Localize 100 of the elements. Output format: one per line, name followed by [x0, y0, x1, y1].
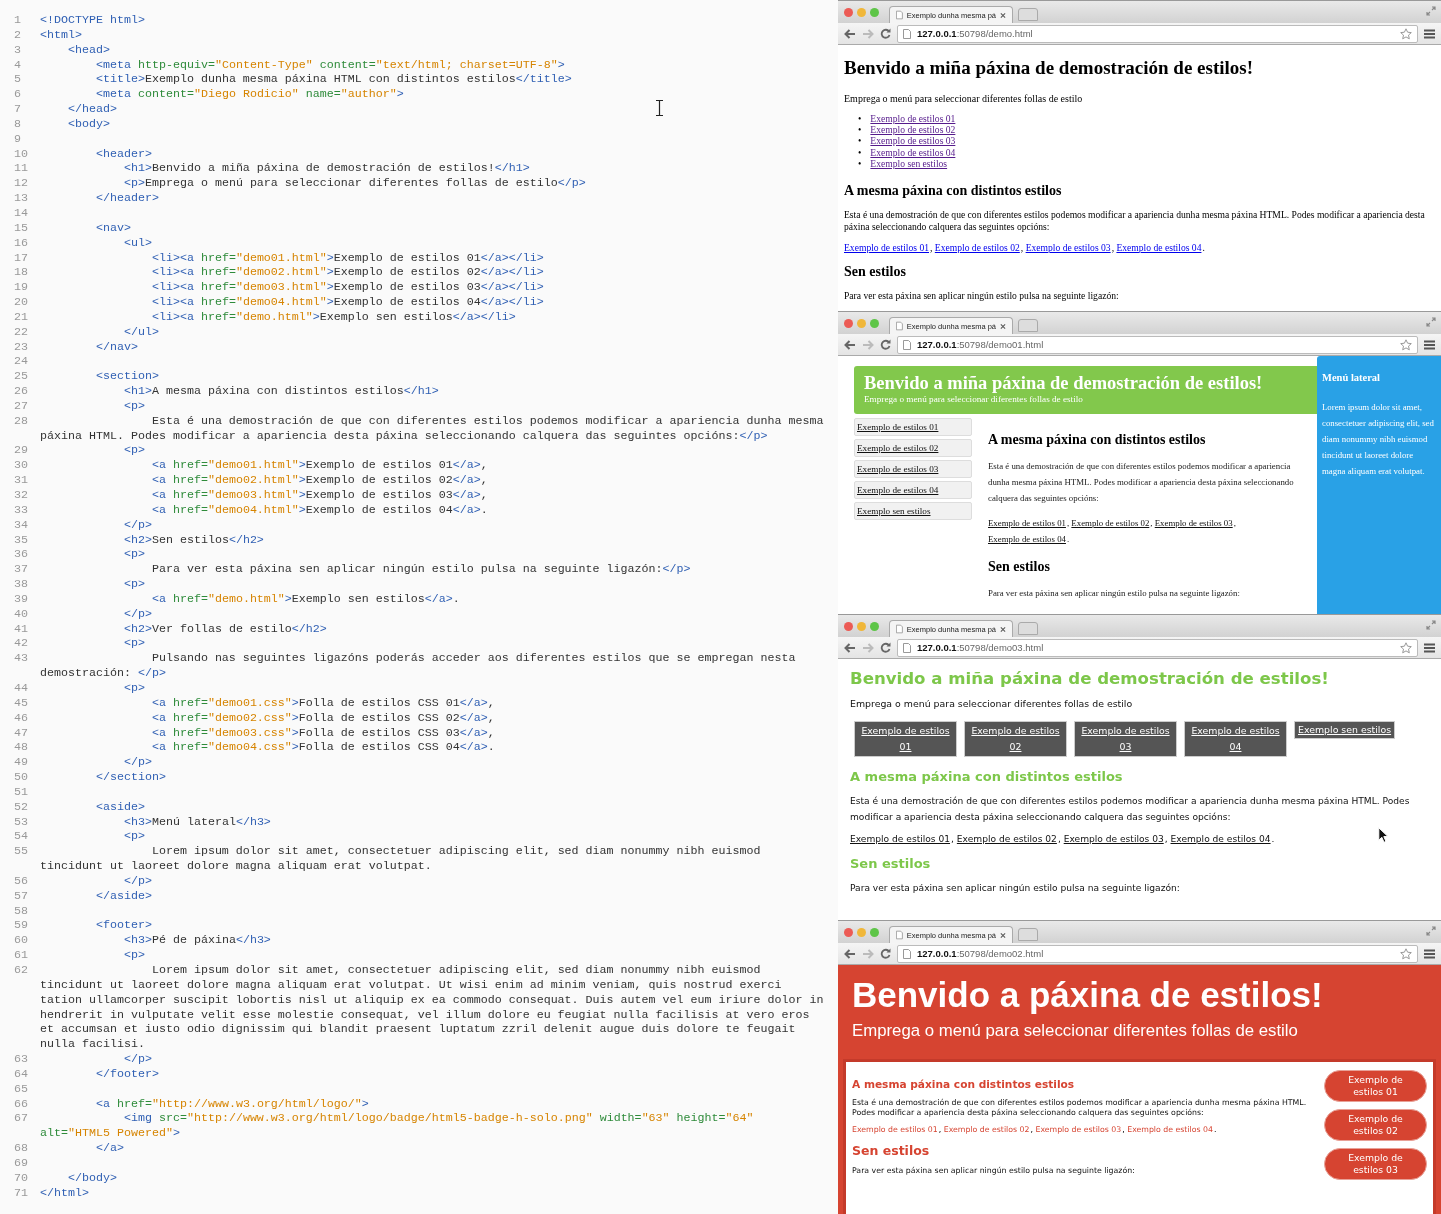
new-tab-button[interactable]	[1018, 319, 1038, 332]
inline-link[interactable]: Exemplo de estilos 04	[1170, 834, 1271, 844]
new-tab-button[interactable]	[1018, 928, 1038, 941]
inline-link[interactable]: Exemplo de estilos 02	[934, 242, 1020, 253]
nav-button[interactable]: Exemplo de estilos 01	[854, 418, 972, 436]
line-number: 30	[13, 458, 29, 474]
nav-button[interactable]: Exemplo de estilos 01	[1324, 1070, 1427, 1102]
address-field[interactable]: 127.0.0.1:50798/demo01.html	[897, 335, 1418, 354]
minimize-window-button[interactable]	[857, 927, 866, 937]
menu-icon[interactable]	[1424, 28, 1435, 39]
line-number: 39	[13, 591, 29, 607]
star-icon[interactable]	[1400, 338, 1412, 351]
star-icon[interactable]	[1400, 641, 1412, 654]
inline-link[interactable]: Exemplo de estilos 03	[1025, 242, 1111, 253]
star-icon[interactable]	[1400, 947, 1412, 960]
close-window-button[interactable]	[844, 318, 853, 328]
nav-button[interactable]: Exemplo de estilos 04	[1184, 721, 1287, 757]
line-number: 66	[13, 1096, 29, 1112]
fullscreen-icon[interactable]	[1426, 317, 1436, 327]
inline-link[interactable]: Exemplo de estilos 04	[1116, 242, 1202, 253]
menu-icon[interactable]	[1424, 642, 1435, 653]
fullscreen-icon[interactable]	[1426, 6, 1436, 16]
address-field[interactable]: 127.0.0.1:50798/demo02.html	[897, 944, 1418, 963]
back-icon[interactable]	[844, 339, 856, 350]
minimize-window-button[interactable]	[857, 318, 866, 328]
nav-link[interactable]: Exemplo de estilos 01	[870, 113, 956, 124]
nav-button[interactable]: Exemplo de estilos 03	[1324, 1148, 1427, 1180]
reload-icon[interactable]	[880, 339, 891, 350]
line-number: 2	[13, 27, 22, 43]
address-field[interactable]: 127.0.0.1:50798/demo.html	[897, 24, 1418, 43]
fullscreen-icon[interactable]	[1426, 620, 1436, 630]
nav-button[interactable]: Exemplo de estilos 01	[854, 721, 957, 757]
nav-button[interactable]: Exemplo de estilos 04	[854, 481, 972, 499]
code-line: <footer>	[94, 918, 152, 934]
address-field[interactable]: 127.0.0.1:50798/demo03.html	[897, 638, 1418, 657]
line-number: 8	[13, 116, 22, 132]
reload-icon[interactable]	[880, 948, 891, 959]
line-number: 6	[13, 87, 22, 103]
nav-link[interactable]: Exemplo de estilos 03	[870, 135, 956, 147]
new-tab-button[interactable]	[1018, 8, 1038, 21]
line-number: 14	[13, 205, 29, 221]
inline-link[interactable]: Exemplo de estilos 02	[956, 834, 1057, 844]
close-icon[interactable]	[1000, 322, 1006, 330]
close-window-button[interactable]	[844, 927, 853, 937]
nav-button[interactable]: Exemplo sen estilos	[854, 502, 972, 520]
inline-link[interactable]: Exemplo de estilos 01	[844, 242, 929, 253]
inline-link[interactable]: Exemplo de estilos 01	[850, 834, 951, 844]
page-heading: Benvido a miña páxina de demostración de estilos!	[844, 57, 1255, 79]
nav-button[interactable]: Exemplo sen estilos	[1294, 721, 1396, 739]
reload-icon[interactable]	[880, 642, 891, 653]
zoom-window-button[interactable]	[870, 7, 879, 17]
line-number: 45	[13, 695, 29, 711]
close-window-button[interactable]	[844, 621, 853, 631]
back-icon[interactable]	[844, 28, 856, 39]
reload-icon[interactable]	[880, 28, 891, 39]
nav-button[interactable]: Exemplo de estilos 02	[964, 721, 1067, 757]
line-number: 40	[13, 606, 29, 622]
nav-button[interactable]: Exemplo de estilos 02	[854, 439, 972, 457]
inline-link[interactable]: Exemplo de estilos 03	[1154, 515, 1233, 531]
nav-link[interactable]: Exemplo de estilos 04	[870, 146, 956, 158]
menu-icon[interactable]	[1424, 339, 1435, 350]
back-icon[interactable]	[844, 642, 856, 653]
zoom-window-button[interactable]	[870, 927, 879, 937]
code-line: </p>	[122, 1052, 152, 1067]
close-icon[interactable]	[1000, 931, 1006, 939]
forward-icon[interactable]	[862, 948, 874, 959]
line-number: 1	[13, 13, 22, 28]
section-paragraph: Para ver esta páxina sen aplicar ningún estilo pulsa na seguinte ligazón:	[988, 587, 1241, 600]
inline-link[interactable]: Exemplo de estilos 04	[988, 531, 1066, 547]
back-icon[interactable]	[844, 948, 856, 959]
new-tab-button[interactable]	[1018, 622, 1038, 635]
minimize-window-button[interactable]	[857, 7, 866, 17]
forward-icon[interactable]	[862, 339, 874, 350]
close-icon[interactable]	[1000, 625, 1006, 633]
zoom-window-button[interactable]	[870, 621, 879, 631]
minimize-window-button[interactable]	[857, 621, 866, 631]
code-line: </nav>	[94, 339, 138, 355]
line-number: 17	[13, 250, 29, 266]
nav-button[interactable]: Exemplo de estilos 03	[1074, 721, 1177, 757]
star-icon[interactable]	[1400, 27, 1412, 40]
close-icon[interactable]	[1000, 11, 1006, 19]
punctuation: .	[1202, 242, 1205, 253]
nav-link[interactable]: Exemplo sen estilos	[870, 157, 948, 169]
inline-link[interactable]: Exemplo de estilos 03	[1063, 834, 1164, 844]
menu-icon[interactable]	[1424, 948, 1435, 959]
page-heading: Benvido a miña páxina de demostración de estilos!	[850, 669, 1330, 688]
page-heading: Benvido a páxina de estilos!	[852, 975, 1324, 1015]
forward-icon[interactable]	[862, 28, 874, 39]
nav-button[interactable]: Exemplo de estilos 02	[1324, 1109, 1427, 1141]
nav-button[interactable]: Exemplo de estilos 03	[854, 460, 972, 478]
text-cursor-icon	[656, 100, 663, 116]
inline-link[interactable]: Exemplo de estilos 02	[1071, 515, 1150, 531]
forward-icon[interactable]	[862, 642, 874, 653]
close-window-button[interactable]	[844, 7, 853, 17]
page-subtitle: Emprega o menú para seleccionar diferentes follas de estilo	[844, 93, 1084, 104]
page-icon	[896, 930, 903, 940]
zoom-window-button[interactable]	[870, 318, 879, 328]
inline-link[interactable]: Exemplo de estilos 01	[988, 515, 1066, 531]
nav-link[interactable]: Exemplo de estilos 02	[870, 124, 956, 136]
fullscreen-icon[interactable]	[1426, 926, 1436, 936]
